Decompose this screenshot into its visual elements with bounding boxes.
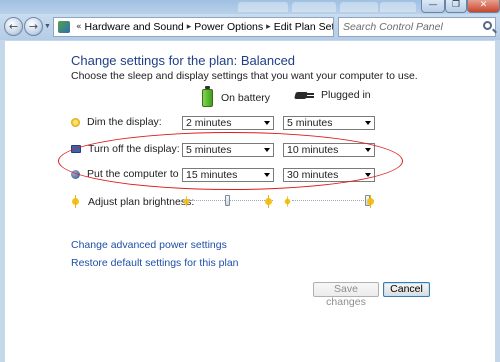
brightness-label: Adjust plan brightness: bbox=[88, 195, 195, 208]
address-overflow-icon[interactable]: « bbox=[73, 22, 85, 32]
page-subtitle: Choose the sleep and display settings th… bbox=[71, 70, 418, 82]
dim-display-plugged-select[interactable]: 5 minutes bbox=[283, 116, 375, 130]
background-tab bbox=[292, 2, 336, 12]
forward-button[interactable]: → bbox=[24, 17, 43, 36]
chevron-down-icon bbox=[365, 148, 371, 152]
power-plug-icon bbox=[295, 89, 315, 101]
select-value: 15 minutes bbox=[186, 169, 238, 181]
select-value: 5 minutes bbox=[186, 144, 232, 156]
select-value: 5 minutes bbox=[287, 117, 333, 129]
breadcrumb-hardware-and-sound[interactable]: Hardware and Sound bbox=[85, 21, 184, 33]
bright-brightness-icon bbox=[364, 195, 377, 208]
background-tab bbox=[238, 2, 288, 12]
bright-brightness-icon bbox=[262, 195, 275, 208]
battery-icon bbox=[202, 86, 213, 107]
cancel-button[interactable]: Cancel bbox=[383, 282, 430, 297]
sleep-plugged-select[interactable]: 30 minutes bbox=[283, 168, 375, 182]
select-value: 2 minutes bbox=[186, 117, 232, 129]
page-title: Change settings for the plan: Balanced bbox=[71, 53, 296, 68]
dim-display-icon bbox=[71, 117, 80, 127]
back-button[interactable]: ← bbox=[4, 17, 23, 36]
select-value: 10 minutes bbox=[287, 144, 339, 156]
brightness-sun-icon bbox=[69, 195, 82, 208]
chevron-down-icon bbox=[365, 173, 371, 177]
breadcrumb-edit-plan-settings[interactable]: Edit Plan Settings bbox=[274, 21, 333, 33]
recent-pages-dropdown-icon[interactable]: ▼ bbox=[44, 23, 51, 30]
minimize-button[interactable]: — bbox=[421, 0, 445, 13]
column-header-on-battery: On battery bbox=[202, 86, 271, 107]
slider-track[interactable] bbox=[191, 200, 273, 201]
close-button[interactable]: ✕ bbox=[467, 0, 500, 13]
change-advanced-power-settings-link[interactable]: Change advanced power settings bbox=[71, 239, 227, 251]
search-icon[interactable] bbox=[483, 21, 492, 30]
maximize-button[interactable]: ❐ bbox=[445, 0, 467, 13]
window-title-bar: — ❐ ✕ bbox=[0, 0, 500, 14]
breadcrumb-separator-icon[interactable]: ▸ bbox=[263, 22, 274, 32]
breadcrumb-power-options[interactable]: Power Options bbox=[194, 21, 263, 33]
dim-display-battery-select[interactable]: 2 minutes bbox=[182, 116, 274, 130]
plugged-brightness-slider[interactable] bbox=[292, 195, 374, 207]
battery-brightness-slider[interactable] bbox=[191, 195, 273, 207]
column-label-plugged-in: Plugged in bbox=[321, 89, 371, 101]
slider-track[interactable] bbox=[292, 200, 374, 201]
breadcrumb-separator-icon[interactable]: ▸ bbox=[184, 22, 195, 32]
dim-display-row-label: Dim the display: bbox=[71, 116, 162, 128]
control-panel-icon bbox=[58, 21, 70, 33]
address-bar[interactable]: « Hardware and Sound ▸ Power Options ▸ E… bbox=[53, 17, 334, 37]
column-label-on-battery: On battery bbox=[221, 92, 271, 104]
turn-off-display-row-label: Turn off the display: bbox=[71, 143, 180, 155]
turn-off-display-label: Turn off the display: bbox=[88, 143, 180, 155]
display-icon bbox=[71, 145, 81, 153]
search-box[interactable] bbox=[338, 17, 496, 37]
slider-thumb[interactable] bbox=[225, 195, 230, 206]
column-header-plugged-in: Plugged in bbox=[295, 89, 371, 101]
save-changes-button[interactable]: Save changes bbox=[313, 282, 379, 308]
chevron-down-icon bbox=[264, 148, 270, 152]
select-value: 30 minutes bbox=[287, 169, 339, 181]
turn-off-display-plugged-select[interactable]: 10 minutes bbox=[283, 143, 375, 157]
main-content: Change settings for the plan: Balanced C… bbox=[5, 41, 495, 362]
chevron-down-icon bbox=[365, 121, 371, 125]
brightness-row-label: Adjust plan brightness: bbox=[69, 195, 194, 208]
restore-defaults-link[interactable]: Restore default settings for this plan bbox=[71, 257, 239, 269]
turn-off-display-battery-select[interactable]: 5 minutes bbox=[182, 143, 274, 157]
sleep-battery-select[interactable]: 15 minutes bbox=[182, 168, 274, 182]
search-input[interactable] bbox=[339, 18, 477, 36]
chevron-down-icon bbox=[264, 173, 270, 177]
background-tab bbox=[380, 2, 416, 12]
background-tab bbox=[340, 2, 378, 12]
chevron-down-icon bbox=[264, 121, 270, 125]
dim-display-label: Dim the display: bbox=[87, 116, 162, 128]
sleep-icon bbox=[71, 169, 80, 179]
